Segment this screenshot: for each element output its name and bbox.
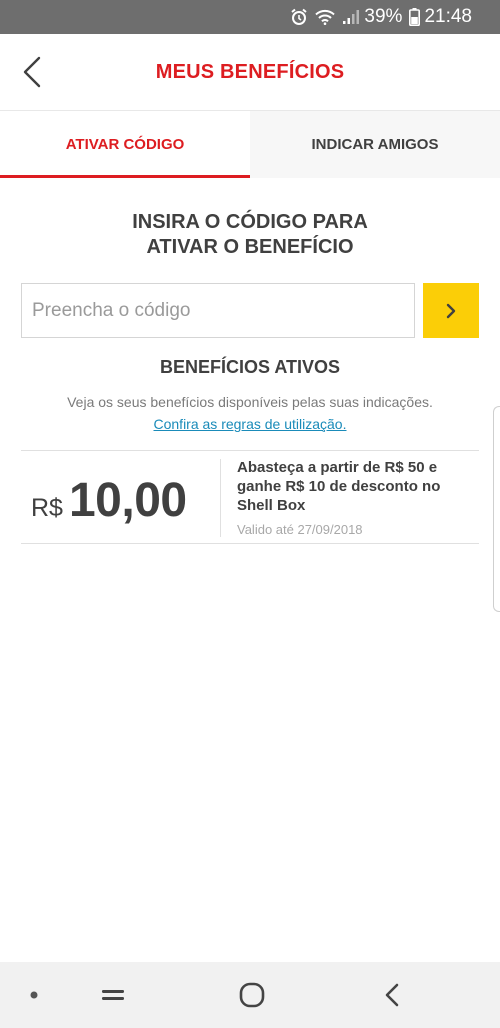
back-icon — [385, 983, 399, 1007]
recent-apps-button[interactable] — [90, 962, 136, 1028]
page-title: MEUS BENEFÍCIOS — [155, 61, 345, 83]
submit-code-button[interactable] — [423, 283, 479, 338]
wifi-icon — [315, 9, 336, 25]
benefit-currency: R$ — [31, 494, 63, 522]
instruction-line-1: INSIRA O CÓDIGO PARA — [132, 211, 368, 233]
alarm-icon — [290, 8, 308, 26]
tab-refer-friends[interactable]: INDICAR AMIGOS — [250, 111, 500, 178]
code-input[interactable] — [21, 283, 415, 338]
chevron-right-icon — [446, 303, 456, 318]
tab-bar: ATIVAR CÓDIGO INDICAR AMIGOS — [0, 111, 500, 178]
edge-panel-handle[interactable] — [493, 406, 500, 612]
active-benefits-title: BENEFÍCIOS ATIVOS — [159, 357, 341, 377]
benefit-card[interactable]: R$ 10,00 Abasteça a partir de R$ 50 e ga… — [21, 450, 479, 544]
benefit-validity: Valido até 27/09/2018 — [237, 522, 363, 537]
status-bar: 39% 21:48 — [0, 0, 500, 34]
app-header: MEUS BENEFÍCIOS — [0, 34, 500, 111]
system-nav-bar — [0, 962, 500, 1028]
battery-percent: 39% — [364, 6, 403, 27]
recent-apps-icon — [102, 990, 124, 1000]
signal-icon — [342, 9, 360, 25]
nav-dot-button[interactable] — [14, 962, 54, 1028]
nav-back-button[interactable] — [372, 962, 412, 1028]
battery-icon — [409, 8, 421, 26]
tab-activate-code[interactable]: ATIVAR CÓDIGO — [0, 111, 250, 178]
benefit-divider — [220, 459, 221, 537]
active-benefits-description: Veja os seus benefícios disponíveis pela… — [67, 394, 433, 410]
benefit-value: R$ 10,00 — [31, 473, 187, 528]
rules-link[interactable]: Confira as regras de utilização. — [0, 416, 500, 432]
benefit-amount: 10,00 — [68, 474, 187, 527]
home-button[interactable] — [228, 962, 276, 1028]
clock: 21:48 — [424, 6, 472, 27]
benefit-description: Abasteça a partir de R$ 50 e ganhe R$ 10… — [237, 459, 441, 514]
dot-icon — [30, 991, 38, 999]
instruction-line-2: ATIVAR O BENEFÍCIO — [146, 236, 354, 258]
home-icon — [239, 982, 265, 1008]
activate-instruction: INSIRA O CÓDIGO PARA ATIVAR O BENEFÍCIO — [0, 210, 500, 260]
